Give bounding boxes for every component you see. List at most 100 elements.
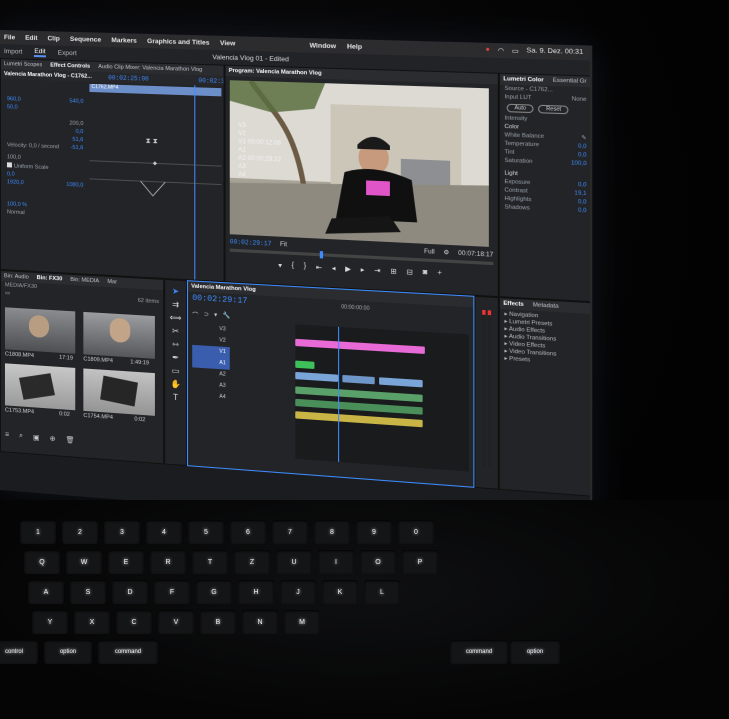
linked-icon[interactable]: ⊃ bbox=[204, 311, 209, 321]
key-x[interactable]: X bbox=[74, 610, 110, 634]
quality-dropdown[interactable]: Full bbox=[424, 248, 435, 255]
ec-val-5[interactable]: 51,6 bbox=[72, 137, 83, 143]
tab-effects[interactable]: Effects bbox=[503, 301, 523, 308]
ec-val-10[interactable]: 1080,0 bbox=[66, 182, 83, 189]
lumetri-color-value-2[interactable]: 0,0 bbox=[578, 152, 587, 159]
tab-import[interactable]: Import bbox=[4, 48, 22, 56]
clip-thumb-0[interactable] bbox=[4, 307, 76, 354]
key-m[interactable]: M bbox=[284, 610, 320, 634]
key-2[interactable]: 2 bbox=[62, 520, 98, 544]
key-4[interactable]: 4 bbox=[146, 520, 182, 544]
ec-val-3[interactable]: 200,0 bbox=[69, 121, 83, 128]
key-8[interactable]: 8 bbox=[314, 520, 350, 544]
key-6[interactable]: 6 bbox=[230, 520, 266, 544]
menu-view[interactable]: View bbox=[220, 39, 235, 47]
clip-v1-segment-3[interactable] bbox=[379, 377, 423, 388]
key-1[interactable]: 1 bbox=[20, 520, 56, 544]
key-w[interactable]: W bbox=[66, 550, 102, 574]
section-color[interactable]: Color bbox=[504, 124, 519, 131]
tab-essential-graphics[interactable]: Essential Gr bbox=[553, 78, 587, 85]
key-option-4[interactable]: option bbox=[510, 640, 560, 664]
lumetri-light-value-1[interactable]: 19,1 bbox=[574, 190, 586, 197]
key-y[interactable]: Y bbox=[32, 610, 68, 634]
key-7[interactable]: 7 bbox=[272, 520, 308, 544]
ec-val-6[interactable]: -51,6 bbox=[71, 145, 84, 152]
menu-edit[interactable]: Edit bbox=[25, 34, 37, 41]
key-j[interactable]: J bbox=[280, 580, 316, 604]
eyedropper-icon[interactable]: ✎ bbox=[581, 135, 586, 142]
trash-icon[interactable]: 🗑 bbox=[66, 436, 75, 445]
lumetri-light-value-3[interactable]: 0,0 bbox=[578, 207, 587, 214]
key-f[interactable]: F bbox=[154, 580, 190, 604]
step-back-icon[interactable]: ◂ bbox=[332, 264, 336, 272]
key-9[interactable]: 9 bbox=[356, 520, 392, 544]
new-item-icon[interactable]: ⊕ bbox=[50, 435, 56, 443]
timeline-timecode[interactable]: 00:02:29:17 bbox=[192, 294, 247, 306]
razor-icon[interactable]: ✂ bbox=[172, 326, 179, 336]
key-z[interactable]: Z bbox=[234, 550, 270, 574]
ec-val-7[interactable]: 100,0 bbox=[7, 154, 21, 161]
tab-edit[interactable]: Edit bbox=[34, 47, 46, 57]
menu-file[interactable]: File bbox=[4, 34, 15, 41]
key-i[interactable]: I bbox=[318, 550, 354, 574]
key-e[interactable]: E bbox=[108, 550, 144, 574]
section-light[interactable]: Light bbox=[504, 170, 517, 177]
lumetri-color-value-3[interactable]: 100,0 bbox=[571, 160, 587, 167]
tab-bin-fx30[interactable]: Bin: FX30 bbox=[37, 275, 63, 282]
clip-thumb-1[interactable] bbox=[83, 311, 155, 359]
snap-icon[interactable]: ⌒ bbox=[192, 310, 198, 320]
key-a[interactable]: A bbox=[28, 580, 64, 604]
menu-help[interactable]: Help bbox=[347, 43, 362, 51]
key-q[interactable]: Q bbox=[24, 550, 60, 574]
marker-icon[interactable]: ▾ bbox=[278, 261, 282, 269]
program-timecode[interactable]: 00:02:29:17 bbox=[230, 238, 272, 247]
lumetri-light-value-0[interactable]: 0,0 bbox=[578, 182, 587, 189]
list-view-icon[interactable]: ≡ bbox=[5, 431, 9, 439]
type-tool-icon[interactable]: T bbox=[173, 393, 178, 403]
key-g[interactable]: G bbox=[196, 580, 232, 604]
key-o[interactable]: O bbox=[360, 550, 396, 574]
marker-add-icon[interactable]: ▾ bbox=[214, 311, 217, 320]
title-clip[interactable] bbox=[295, 338, 425, 354]
ec-val-9[interactable]: 1920,0 bbox=[7, 179, 24, 186]
add-icon[interactable]: + bbox=[437, 270, 442, 279]
step-forward-icon[interactable]: ▸ bbox=[361, 266, 365, 274]
wrench-icon[interactable]: ⚙ bbox=[443, 249, 449, 257]
ec-val-11[interactable]: 100,0 % bbox=[7, 201, 27, 208]
lumetri-input-lut[interactable]: None bbox=[572, 96, 587, 103]
clip-v1-segment-2[interactable] bbox=[342, 374, 375, 385]
fit-dropdown[interactable]: Fit bbox=[280, 241, 287, 248]
mark-in-icon[interactable]: { bbox=[292, 262, 294, 270]
auto-button[interactable]: Auto bbox=[506, 103, 534, 114]
search-icon[interactable]: ⌕ bbox=[19, 432, 23, 440]
key-5[interactable]: 5 bbox=[188, 520, 224, 544]
clip-v1-segment-1[interactable] bbox=[295, 371, 339, 382]
insert-icon[interactable]: ⊞ bbox=[390, 267, 396, 276]
clip-thumb-3[interactable] bbox=[83, 368, 155, 416]
menu-graphics[interactable]: Graphics and Titles bbox=[147, 37, 209, 46]
tab-bin-more[interactable]: Mar bbox=[107, 279, 117, 286]
timeline-playhead[interactable] bbox=[338, 326, 340, 463]
folder-icon[interactable]: ▭ bbox=[5, 290, 10, 296]
key-s[interactable]: S bbox=[70, 580, 106, 604]
rectangle-tool-icon[interactable]: ▭ bbox=[172, 366, 180, 376]
key-command-2[interactable]: command bbox=[98, 640, 158, 664]
menu-sequence[interactable]: Sequence bbox=[70, 35, 101, 43]
lumetri-light-value-2[interactable]: 0,0 bbox=[578, 199, 587, 206]
program-playhead[interactable] bbox=[319, 251, 324, 259]
key-0[interactable]: 0 bbox=[398, 520, 434, 544]
tab-metadata[interactable]: Metadata bbox=[533, 302, 559, 310]
tab-effect-controls[interactable]: Effect Controls bbox=[50, 63, 90, 70]
ec-blend-mode[interactable]: Normal bbox=[7, 209, 25, 216]
mark-out-icon[interactable]: } bbox=[304, 263, 306, 271]
hand-tool-icon[interactable]: ✋ bbox=[170, 379, 180, 389]
key-t[interactable]: T bbox=[192, 550, 228, 574]
slip-tool-icon[interactable]: ⇿ bbox=[172, 340, 179, 350]
tab-export[interactable]: Export bbox=[58, 49, 77, 57]
key-h[interactable]: H bbox=[238, 580, 274, 604]
key-option-1[interactable]: option bbox=[44, 640, 92, 664]
pen-tool-icon[interactable]: ✒ bbox=[172, 353, 179, 363]
timeline-settings-icon[interactable]: 🔧 bbox=[223, 312, 231, 322]
new-bin-icon[interactable]: ▣ bbox=[33, 433, 40, 442]
ripple-edit-icon[interactable]: ⟺ bbox=[170, 313, 182, 323]
